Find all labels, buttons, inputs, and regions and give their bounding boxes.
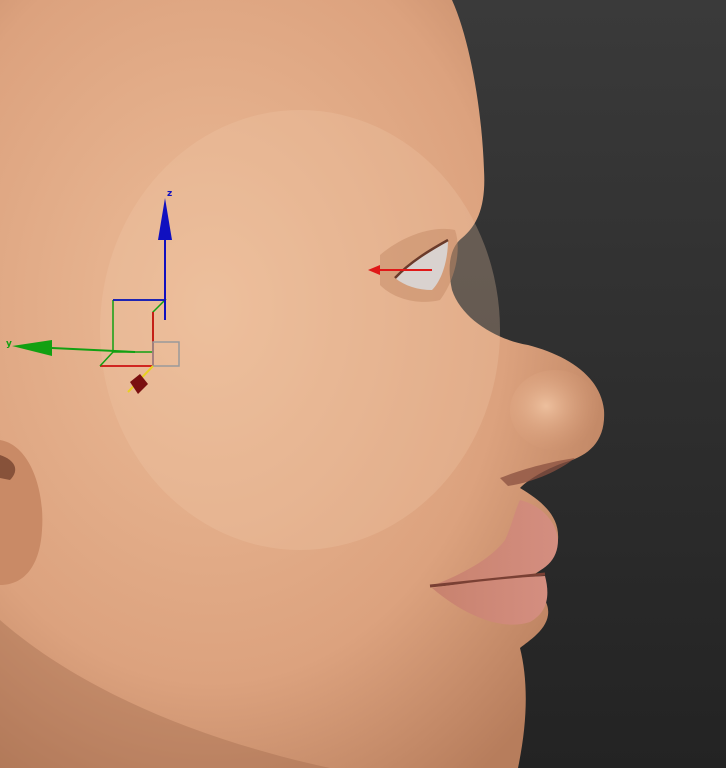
gizmo-y-label: y — [6, 339, 12, 349]
gizmo-z-label: z — [167, 189, 172, 199]
cheek-highlight — [100, 110, 500, 550]
nose-highlight — [510, 370, 600, 450]
3d-viewport[interactable]: z y — [0, 0, 726, 768]
viewport-canvas[interactable]: z y — [0, 0, 726, 768]
